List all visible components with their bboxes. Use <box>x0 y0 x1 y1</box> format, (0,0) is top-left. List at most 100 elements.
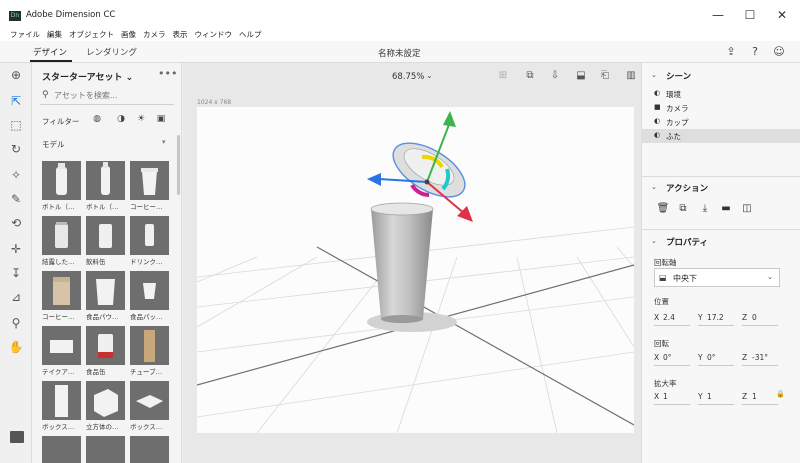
hand-tool-icon[interactable]: ✋ <box>6 337 26 357</box>
section-label-models[interactable]: モデル <box>42 139 65 150</box>
help-icon[interactable]: ? <box>747 44 763 60</box>
orbit-tool-icon[interactable]: ⟲ <box>6 213 26 233</box>
position-z-field[interactable]: 0 <box>752 313 757 322</box>
snap-icon[interactable]: ⧉ <box>522 68 538 84</box>
grid-toggle-icon[interactable]: ⊞ <box>495 68 511 84</box>
properties-section-title[interactable]: プロパティ <box>666 236 708 248</box>
menu-camera[interactable]: カメラ <box>143 29 166 40</box>
y-axis-label: Y <box>698 353 703 362</box>
scene-item-lid[interactable]: ◐ ふた <box>642 129 800 143</box>
asset-card[interactable]: 食品パウ… <box>86 271 125 322</box>
maximize-button[interactable]: ☐ <box>738 6 762 24</box>
menu-window[interactable]: ウィンドウ <box>195 29 233 40</box>
drop-to-ground-icon[interactable]: ⇩ <box>547 68 563 84</box>
asset-card[interactable]: 立方体の… <box>86 381 125 432</box>
pivot-dropdown[interactable]: ⬓ 中央下 ⌄ <box>654 268 780 287</box>
chevron-down-icon[interactable]: ⌄ <box>651 237 657 245</box>
asset-card[interactable]: ボトル（… <box>42 161 81 212</box>
asset-card[interactable]: チューブ… <box>130 326 169 377</box>
asset-card[interactable]: ボックス… <box>130 381 169 432</box>
menu-view[interactable]: 表示 <box>173 29 188 40</box>
render-canvas[interactable] <box>197 107 634 433</box>
export-icon[interactable]: ⤓ <box>698 203 712 217</box>
menu-help[interactable]: ヘルプ <box>239 29 262 40</box>
render-preview-icon[interactable]: ▥ <box>623 68 639 84</box>
actions-section-title[interactable]: アクション <box>666 182 708 194</box>
asset-card[interactable]: ボックス… <box>42 381 81 432</box>
eyedropper-icon[interactable]: ✎ <box>6 189 26 209</box>
duplicate-icon[interactable]: ⧉ <box>676 203 690 217</box>
asset-panel-title[interactable]: スターターアセット ⌄ <box>42 70 133 83</box>
pan-tool-icon[interactable]: ✛ <box>6 239 26 259</box>
place-on-ground-icon[interactable]: ◫ <box>740 203 754 217</box>
scale-x-field[interactable]: 1 <box>663 392 668 401</box>
chevron-down-icon[interactable]: ▾ <box>162 138 166 146</box>
group-icon[interactable]: ▬ <box>719 203 733 217</box>
asset-card[interactable]: ドリンク… <box>130 216 169 267</box>
asset-card[interactable]: 食品パッ… <box>130 271 169 322</box>
horizon-tool-icon[interactable]: ⊿ <box>6 287 26 307</box>
scene-item-cup[interactable]: ◐ カップ <box>642 115 800 129</box>
magic-wand-icon[interactable]: ✧ <box>6 165 26 185</box>
scene-item-environment[interactable]: ◐ 環境 <box>642 87 800 101</box>
scene-item-camera[interactable]: ■ カメラ <box>642 101 800 115</box>
asset-thumbnail <box>86 326 125 365</box>
align-icon[interactable]: ⬓ <box>573 68 589 84</box>
asset-thumbnail[interactable] <box>42 436 81 463</box>
position-y-field[interactable]: 17.2 <box>707 313 724 322</box>
position-x-field[interactable]: 2.4 <box>663 313 675 322</box>
add-icon[interactable]: ⊕ <box>6 65 26 85</box>
rotation-z-field[interactable]: -31° <box>752 353 768 362</box>
asset-scrollbar[interactable] <box>177 135 180 195</box>
share-icon[interactable]: ⇪ <box>723 44 739 60</box>
rotate-tool-icon[interactable]: ↻ <box>6 139 26 159</box>
asset-card[interactable]: コーヒー… <box>42 271 81 322</box>
menu-object[interactable]: オブジェクト <box>69 29 114 40</box>
material-filter-icon[interactable]: ◑ <box>114 114 128 126</box>
asset-card[interactable]: 食品缶 <box>86 326 125 377</box>
rotation-y-field[interactable]: 0° <box>707 353 716 362</box>
rotation-label: 回転 <box>654 339 669 348</box>
asset-card[interactable]: コーヒー… <box>130 161 169 212</box>
asset-card[interactable]: 飲料缶 <box>86 216 125 267</box>
library-icon[interactable] <box>10 431 24 443</box>
environment-icon: ◐ <box>654 89 661 97</box>
scale-y-field[interactable]: 1 <box>707 392 712 401</box>
menu-file[interactable]: ファイル <box>10 29 40 40</box>
chevron-down-icon[interactable]: ⌄ <box>426 71 433 80</box>
rotation-x-field[interactable]: 0° <box>663 353 672 362</box>
scale-z-field[interactable]: 1 <box>752 392 757 401</box>
cup-model <box>370 202 434 323</box>
chevron-down-icon[interactable]: ⌄ <box>651 183 657 191</box>
asset-card[interactable]: 結露した… <box>42 216 81 267</box>
delete-icon[interactable]: 🗑 <box>656 203 670 217</box>
menu-edit[interactable]: 編集 <box>47 29 62 40</box>
camera-bookmark-icon[interactable]: ⎗ <box>597 68 613 84</box>
zoom-level[interactable]: 68.75% <box>392 72 424 82</box>
lock-icon[interactable]: 🔒 <box>776 390 785 398</box>
asset-card[interactable]: テイクア… <box>42 326 81 377</box>
asset-thumbnail[interactable] <box>86 436 125 463</box>
feedback-icon[interactable]: ☺ <box>771 44 787 60</box>
tab-design[interactable]: デザイン <box>33 46 67 58</box>
minimize-button[interactable]: — <box>706 6 730 24</box>
asset-card[interactable]: ボトル（… <box>86 161 125 212</box>
tab-render[interactable]: レンダリング <box>86 46 137 58</box>
asset-thumbnail[interactable] <box>130 436 169 463</box>
model-icon: ◐ <box>654 117 661 125</box>
dolly-tool-icon[interactable]: ↧ <box>6 263 26 283</box>
zoom-tool-icon[interactable]: ⚲ <box>6 313 26 333</box>
scene-section-title[interactable]: シーン <box>666 70 691 82</box>
close-button[interactable]: ✕ <box>770 6 794 24</box>
marquee-tool-icon[interactable]: ⬚ <box>6 115 26 135</box>
chevron-down-icon[interactable]: ⌄ <box>651 71 657 79</box>
image-filter-icon[interactable]: ▣ <box>154 114 168 126</box>
light-filter-icon[interactable]: ☀ <box>134 114 148 126</box>
asset-label: ボックス… <box>42 423 75 431</box>
asset-thumbnail <box>130 271 169 310</box>
menu-image[interactable]: 画像 <box>121 29 136 40</box>
search-input[interactable] <box>54 91 164 100</box>
model-filter-icon[interactable]: ◍ <box>90 114 104 126</box>
select-tool-icon[interactable]: ⇱ <box>6 91 26 111</box>
more-options-icon[interactable]: ••• <box>158 67 177 80</box>
